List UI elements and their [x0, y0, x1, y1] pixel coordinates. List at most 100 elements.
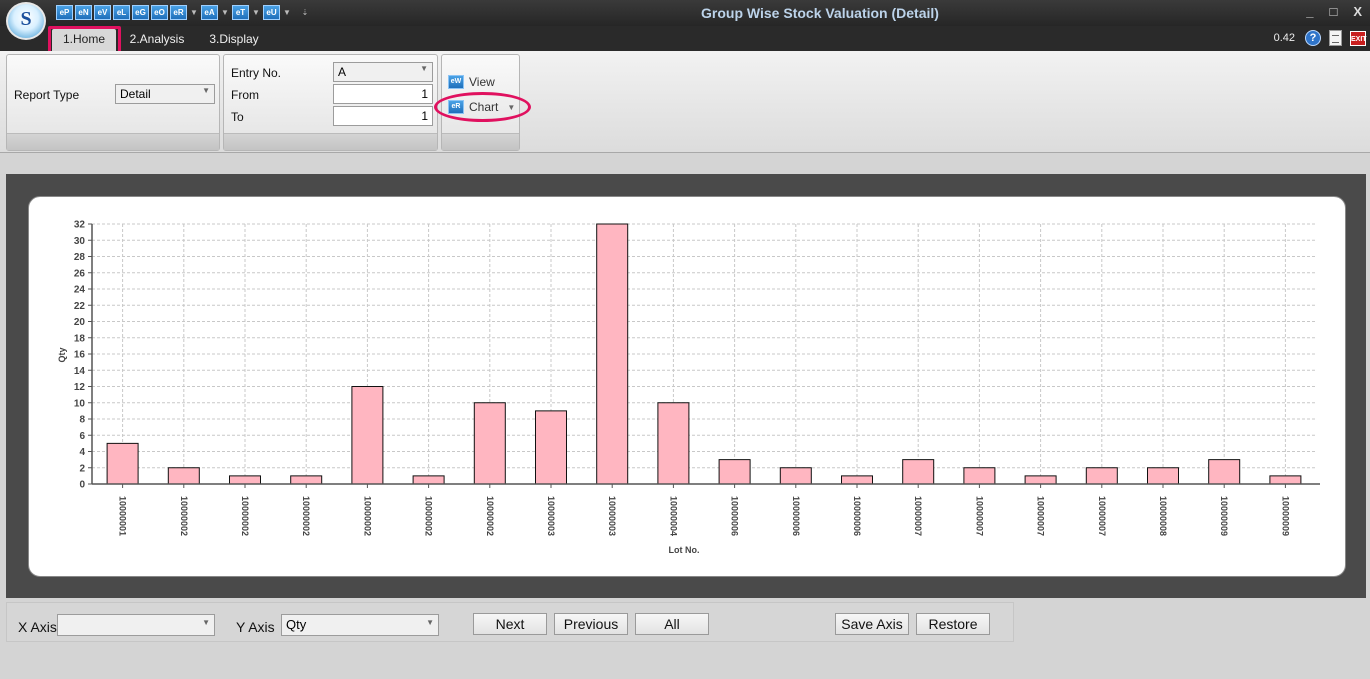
- y-axis-select[interactable]: Qty ▼: [281, 614, 439, 636]
- maximize-button[interactable]: □: [1329, 4, 1337, 19]
- bar: [1147, 467, 1179, 485]
- entry-no-select[interactable]: A ▼: [333, 62, 433, 82]
- y-tick-label: 24: [74, 285, 86, 296]
- quick-access-button[interactable]: eG: [132, 4, 149, 20]
- y-tick-label: 28: [74, 252, 86, 263]
- chart-button[interactable]: eR Chart ▼: [448, 97, 515, 117]
- y-tick-label: 12: [74, 382, 86, 393]
- document-icon[interactable]: [1329, 30, 1342, 46]
- x-tick-label: 10000003: [607, 496, 617, 536]
- report-type-select[interactable]: Detail ▼: [115, 84, 215, 104]
- entry-no-label: Entry No.: [231, 66, 282, 80]
- tab-analysis[interactable]: 2.Analysis: [126, 29, 188, 51]
- restore-button[interactable]: Restore: [916, 613, 990, 635]
- bar-chart: 0246810121416182022242628303210000001 100…: [57, 220, 1320, 555]
- app-logo[interactable]: S: [6, 2, 46, 40]
- help-icon[interactable]: ?: [1305, 30, 1321, 46]
- y-tick-label: 32: [74, 220, 86, 231]
- quick-access-button[interactable]: eL: [113, 4, 130, 20]
- to-input[interactable]: 1: [333, 106, 433, 126]
- x-tick-label: 10000007: [1036, 496, 1046, 536]
- x-tick-label: 10000002: [485, 496, 495, 536]
- y-tick-label: 8: [79, 415, 85, 426]
- status-area: 0.42 ? EXIT: [1274, 28, 1370, 48]
- report-type-value: Detail: [120, 87, 151, 101]
- x-tick-label: 10000001: [118, 496, 128, 536]
- bar: [473, 402, 506, 485]
- y-tick-label: 16: [74, 350, 86, 361]
- bar: [1085, 467, 1118, 485]
- bar: [963, 467, 996, 485]
- from-input[interactable]: 1: [333, 84, 433, 104]
- chevron-down-icon[interactable]: ▼: [282, 8, 292, 17]
- quick-access-button[interactable]: eO: [151, 4, 168, 20]
- entry-no-value: A: [338, 65, 347, 79]
- x-tick-label: 10000006: [730, 496, 740, 536]
- y-tick-label: 10: [74, 398, 86, 409]
- save-axis-button[interactable]: Save Axis: [835, 613, 909, 635]
- bar: [718, 459, 751, 485]
- x-tick-label: 10000002: [240, 496, 250, 536]
- bar: [841, 475, 873, 485]
- group-footer: [442, 133, 519, 150]
- x-tick-label: 10000007: [1097, 496, 1107, 536]
- quick-access-button[interactable]: eP: [56, 4, 73, 20]
- tab-display[interactable]: 3.Display: [204, 29, 264, 51]
- bar: [902, 459, 935, 485]
- quick-access-toolbar: eP eN eV eL eG eO eR ▼ eA ▼ eT ▼ eU ▼ ⇣: [56, 4, 310, 20]
- customize-toolbar-icon[interactable]: ⇣: [300, 8, 310, 17]
- x-tick-label: 10000004: [668, 496, 678, 536]
- from-label: From: [231, 88, 259, 102]
- bar: [1269, 475, 1302, 485]
- minimize-button[interactable]: _: [1306, 4, 1313, 19]
- view-icon: eW: [448, 75, 464, 89]
- chevron-down-icon: ▼: [202, 618, 210, 627]
- bar: [657, 402, 690, 485]
- quick-access-button[interactable]: eA: [201, 4, 218, 20]
- bar: [351, 386, 384, 485]
- exit-icon[interactable]: EXIT: [1350, 30, 1367, 46]
- group-footer: [224, 133, 437, 150]
- chevron-down-icon[interactable]: ▼: [507, 103, 515, 112]
- quick-access-button[interactable]: eN: [75, 4, 92, 20]
- close-button[interactable]: X: [1353, 4, 1362, 19]
- y-tick-label: 6: [79, 431, 85, 442]
- bar: [229, 475, 261, 485]
- y-axis-label: Y Axis: [236, 619, 275, 635]
- chevron-down-icon: ▼: [202, 86, 210, 95]
- chevron-down-icon[interactable]: ▼: [251, 8, 261, 17]
- view-button[interactable]: eW View: [448, 72, 495, 92]
- x-tick-label: 10000006: [791, 496, 801, 536]
- bar: [535, 410, 567, 485]
- x-tick-label: 10000009: [1280, 496, 1290, 536]
- chevron-down-icon[interactable]: ▼: [220, 8, 230, 17]
- bar: [412, 475, 445, 485]
- bar: [290, 475, 323, 485]
- ribbon-panel: Report Type Detail ▼ Entry No. A ▼ From …: [0, 51, 1370, 153]
- bar: [167, 467, 200, 485]
- previous-button[interactable]: Previous: [554, 613, 628, 635]
- title-bar: eP eN eV eL eG eO eR ▼ eA ▼ eT ▼ eU ▼ ⇣ Group Wise Sto…: [0, 0, 1370, 26]
- ribbon-tab-bar: 1.Home 2.Analysis 3.Display: [0, 26, 1370, 51]
- quick-access-button[interactable]: eU: [263, 4, 280, 20]
- entry-range-group: Entry No. A ▼ From 1 To 1: [223, 54, 438, 151]
- quick-access-button[interactable]: eR: [170, 4, 187, 20]
- x-tick-label: 10000009: [1219, 496, 1229, 536]
- y-tick-label: 18: [74, 333, 86, 344]
- all-button[interactable]: All: [635, 613, 709, 635]
- x-tick-label: 10000007: [974, 496, 984, 536]
- quick-access-button[interactable]: eV: [94, 4, 111, 20]
- chevron-down-icon[interactable]: ▼: [189, 8, 199, 17]
- x-axis-select[interactable]: ▼: [57, 614, 215, 636]
- report-type-label: Report Type: [14, 88, 80, 102]
- y-tick-label: 0: [79, 480, 85, 491]
- chevron-down-icon: ▼: [420, 64, 428, 73]
- y-tick-label: 30: [74, 236, 86, 247]
- next-button[interactable]: Next: [473, 613, 547, 635]
- axis-controls: X Axis ▼ Y Axis Qty ▼ Next Previous All …: [6, 602, 1014, 642]
- quick-access-button[interactable]: eT: [232, 4, 249, 20]
- chart-icon: eR: [448, 100, 464, 114]
- zoom-level: 0.42: [1273, 32, 1295, 44]
- tab-home[interactable]: 1.Home: [52, 29, 116, 51]
- actions-group: eW View eR Chart ▼: [441, 54, 520, 151]
